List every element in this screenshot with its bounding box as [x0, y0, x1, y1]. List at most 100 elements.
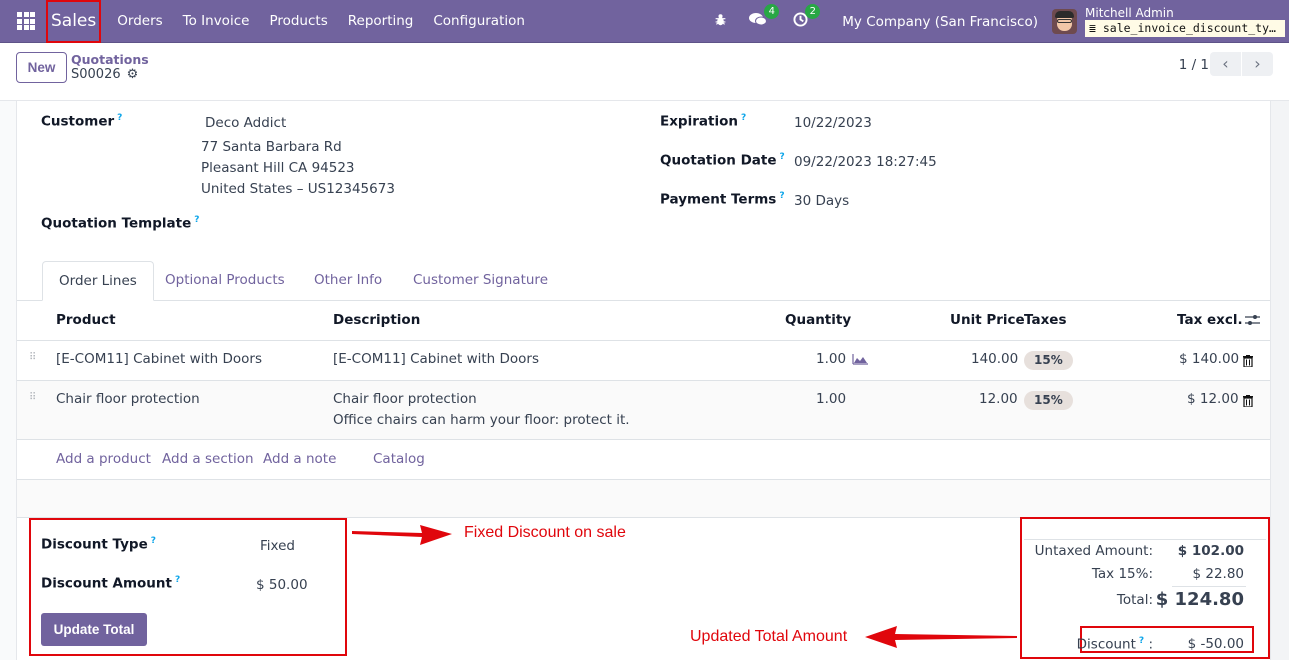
catalog-link[interactable]: Catalog — [373, 451, 425, 467]
pager-value[interactable]: 1 / 1 — [1179, 57, 1209, 73]
help-icon[interactable]: ? — [741, 113, 746, 123]
menu-reporting[interactable]: Reporting — [338, 13, 424, 29]
company-switcher[interactable]: My Company (San Francisco) — [842, 14, 1038, 30]
menu-to-invoice[interactable]: To Invoice — [173, 13, 260, 29]
add-product-link[interactable]: Add a product — [56, 451, 151, 467]
user-name: Mitchell Admin — [1085, 5, 1174, 20]
update-total-button[interactable]: Update Total — [41, 613, 147, 646]
discount-total-label: Discount? : — [1076, 636, 1153, 653]
help-icon[interactable]: ? — [175, 575, 180, 585]
help-icon[interactable]: ? — [779, 191, 784, 201]
new-button[interactable]: New — [16, 52, 67, 83]
help-icon[interactable]: ? — [151, 536, 156, 546]
product-cell[interactable]: Chair floor protection — [56, 391, 200, 407]
trash-icon[interactable] — [1243, 355, 1253, 368]
expiration-field[interactable]: 10/22/2023 — [794, 115, 872, 131]
database-icon: ≣ — [1089, 20, 1103, 35]
notebook-tabs: Order Lines Optional Products Other Info… — [17, 261, 1270, 301]
column-product[interactable]: Product — [56, 312, 116, 328]
annotation-updated-total: Updated Total Amount — [690, 628, 848, 645]
totals-divider — [1024, 539, 1266, 540]
tab-customer-signature[interactable]: Customer Signature — [397, 261, 564, 301]
customer-address-line: Pleasant Hill CA 94523 — [201, 160, 355, 176]
annotation-arrow-left — [865, 626, 1017, 648]
tab-other-info[interactable]: Other Info — [298, 261, 398, 301]
discount-type-field[interactable]: Fixed — [260, 538, 295, 554]
tab-optional-products[interactable]: Optional Products — [149, 261, 301, 301]
help-icon[interactable]: ? — [1139, 636, 1144, 646]
trash-icon[interactable] — [1243, 395, 1253, 408]
help-icon[interactable]: ? — [194, 215, 199, 225]
help-icon[interactable]: ? — [780, 152, 785, 162]
order-line-row[interactable]: ⠿ Chair floor protection Chair floor pro… — [17, 381, 1270, 440]
form-sheet: Customer? Deco Addict 77 Santa Barbara R… — [16, 101, 1271, 660]
description-cell[interactable]: Chair floor protection — [333, 391, 477, 407]
add-section-link[interactable]: Add a section — [162, 451, 254, 467]
quotation-date-label: Quotation Date? — [660, 152, 785, 169]
scroll-gutter — [1271, 101, 1289, 660]
table-footer — [17, 480, 1270, 518]
drag-handle-icon[interactable]: ⠿ — [29, 353, 39, 367]
optional-columns-toggle-icon[interactable] — [1245, 313, 1260, 331]
discount-amount-field[interactable]: $ 50.00 — [256, 577, 308, 593]
discount-type-label: Discount Type? — [41, 536, 156, 553]
payment-terms-label: Payment Terms? — [660, 191, 785, 208]
user-avatar[interactable] — [1052, 9, 1077, 34]
unit-price-cell[interactable]: 140.00 — [971, 351, 1018, 367]
app-name-sales[interactable]: Sales — [46, 0, 102, 43]
help-icon[interactable]: ? — [117, 113, 122, 123]
description-cell-line[interactable]: Office chairs can harm your floor: prote… — [333, 412, 630, 428]
apps-menu-icon[interactable] — [17, 12, 35, 30]
description-cell[interactable]: [E-COM11] Cabinet with Doors — [333, 351, 539, 367]
tax-badge[interactable]: 15% — [1024, 351, 1073, 370]
tab-order-lines[interactable]: Order Lines — [42, 261, 154, 301]
activities-clock-icon[interactable]: 2 — [793, 4, 821, 31]
add-note-link[interactable]: Add a note — [263, 451, 336, 467]
column-tax-excl[interactable]: Tax excl. — [1177, 312, 1243, 328]
quantity-cell[interactable]: 1.00 — [816, 391, 846, 407]
menu-products[interactable]: Products — [259, 13, 337, 29]
menu-orders[interactable]: Orders — [107, 13, 172, 29]
totals-highlight-box: Untaxed Amount: $ 102.00 Tax 15%: $ 22.8… — [1020, 517, 1270, 659]
tax-value: $ 22.80 — [1192, 566, 1244, 582]
subtotal-cell: $ 140.00 — [1179, 351, 1240, 367]
column-unit-price[interactable]: Unit Price — [950, 312, 1025, 328]
main-menu: Orders To Invoice Products Reporting Con… — [107, 13, 535, 29]
quantity-cell[interactable]: 1.00 — [816, 351, 846, 367]
expiration-label: Expiration? — [660, 113, 747, 130]
pager-previous-button[interactable]: ‹ — [1210, 52, 1241, 76]
customer-field[interactable]: Deco Addict — [205, 115, 286, 131]
order-line-row[interactable]: ⠿ [E-COM11] Cabinet with Doors [E-COM11]… — [17, 341, 1270, 381]
untaxed-amount-label: Untaxed Amount: — [1034, 543, 1153, 559]
column-description[interactable]: Description — [333, 312, 420, 328]
pager-buttons: ‹ › — [1210, 52, 1273, 76]
pager-next-button[interactable]: › — [1242, 52, 1273, 76]
column-taxes[interactable]: Taxes — [1024, 312, 1066, 328]
activities-count-badge: 2 — [805, 4, 821, 19]
drag-handle-icon[interactable]: ⠿ — [29, 393, 39, 407]
tax-badge[interactable]: 15% — [1024, 391, 1073, 410]
discount-total-value: $ -50.00 — [1187, 636, 1244, 652]
messages-icon[interactable]: 4 — [749, 4, 780, 31]
record-name: S00026 — [71, 67, 121, 82]
unit-price-cell[interactable]: 12.00 — [979, 391, 1018, 407]
forecast-chart-icon[interactable] — [852, 353, 868, 369]
subtotal-cell: $ 12.00 — [1187, 391, 1239, 407]
total-separator — [1172, 586, 1246, 587]
breadcrumb-quotations[interactable]: Quotations — [71, 52, 149, 67]
user-menu[interactable]: Mitchell Admin ≣ sale_invoice_discount_t… — [1085, 5, 1285, 37]
untaxed-amount-value: $ 102.00 — [1177, 543, 1244, 559]
order-lines-header: Product Description Quantity Unit Price … — [17, 301, 1270, 341]
discount-highlight-box: Discount Type? Fixed Discount Amount? $ … — [29, 518, 347, 656]
product-cell[interactable]: [E-COM11] Cabinet with Doors — [56, 351, 262, 367]
payment-terms-field[interactable]: 30 Days — [794, 193, 849, 209]
column-quantity[interactable]: Quantity — [785, 312, 851, 328]
discount-amount-label: Discount Amount? — [41, 575, 181, 592]
gear-icon[interactable]: ⚙ — [127, 67, 139, 82]
debug-bug-icon[interactable] — [714, 13, 727, 30]
menu-configuration[interactable]: Configuration — [423, 13, 535, 29]
customer-address-line: United States – US12345673 — [201, 181, 395, 197]
total-label: Total: — [1116, 592, 1153, 608]
customer-address-line: 77 Santa Barbara Rd — [201, 139, 342, 155]
quotation-date-field[interactable]: 09/22/2023 18:27:45 — [794, 154, 937, 170]
